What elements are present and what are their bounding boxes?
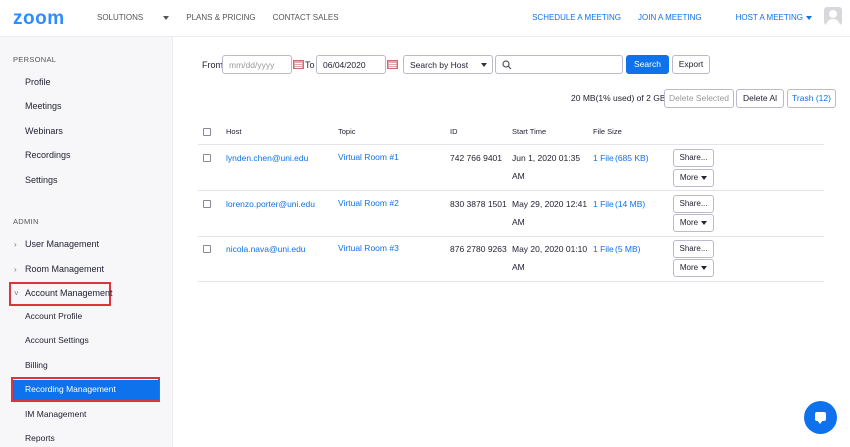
nav-host-meeting[interactable]: HOST A MEETING bbox=[719, 13, 812, 22]
chat-bubble-icon[interactable] bbox=[804, 401, 837, 434]
column-header-id: ID bbox=[450, 127, 458, 136]
chevron-down-icon bbox=[481, 63, 487, 67]
divider bbox=[198, 236, 824, 237]
sidebar-item-account-settings[interactable]: Account Settings bbox=[25, 335, 89, 345]
row-topic[interactable]: Virtual Room #3 bbox=[338, 243, 399, 253]
to-date-input[interactable]: 06/04/2020 bbox=[316, 55, 386, 74]
calendar-icon[interactable] bbox=[387, 60, 398, 69]
sidebar: PERSONAL Profile Meetings Webinars Recor… bbox=[0, 37, 173, 447]
column-header-file-size: File Size bbox=[593, 127, 622, 136]
calendar-icon[interactable] bbox=[293, 60, 304, 69]
nav-solutions[interactable]: SOLUTIONS bbox=[97, 13, 170, 22]
row-id: 876 2780 9263 bbox=[450, 244, 507, 254]
storage-usage: 20 MB(1% used) of 2 GB bbox=[571, 93, 666, 103]
sidebar-item-recordings[interactable]: Recordings bbox=[25, 150, 71, 160]
row-file-count[interactable]: 1 File bbox=[593, 153, 614, 163]
sidebar-item-settings[interactable]: Settings bbox=[25, 175, 58, 185]
row-file-size: (685 KB) bbox=[615, 153, 649, 163]
row-checkbox[interactable] bbox=[203, 245, 211, 253]
chevron-down-icon: ˅ bbox=[14, 289, 19, 298]
row-checkbox[interactable] bbox=[203, 200, 211, 208]
nav-join-meeting[interactable]: JOIN A MEETING bbox=[638, 13, 702, 22]
row-file-count[interactable]: 1 File bbox=[593, 244, 614, 254]
avatar[interactable] bbox=[824, 7, 842, 25]
chevron-down-icon bbox=[701, 265, 708, 270]
row-topic[interactable]: Virtual Room #1 bbox=[338, 152, 399, 162]
chevron-right-icon: › bbox=[14, 265, 17, 274]
chevron-down-icon bbox=[701, 175, 708, 180]
chevron-down-icon bbox=[806, 15, 812, 20]
row-host[interactable]: lorenzo.porter@uni.edu bbox=[226, 199, 315, 209]
divider bbox=[198, 144, 824, 145]
top-header: zoom SOLUTIONS PLANS & PRICING CONTACT S… bbox=[0, 0, 850, 37]
chevron-down-icon bbox=[701, 220, 708, 225]
from-label: From bbox=[202, 60, 223, 70]
sidebar-section-admin: ADMIN bbox=[13, 217, 39, 226]
more-button[interactable]: More bbox=[673, 259, 714, 277]
export-button[interactable]: Export bbox=[672, 55, 710, 74]
main-content: From mm/dd/yyyy To 06/04/2020 Search by … bbox=[174, 37, 850, 447]
chevron-down-icon bbox=[163, 15, 170, 20]
sidebar-item-account-management[interactable]: ˅ Account Management bbox=[14, 288, 113, 298]
search-button[interactable]: Search bbox=[626, 55, 669, 74]
zoom-logo[interactable]: zoom bbox=[13, 8, 65, 30]
row-host[interactable]: nicola.nava@uni.edu bbox=[226, 244, 306, 254]
divider bbox=[198, 190, 824, 191]
divider bbox=[198, 281, 824, 282]
sidebar-item-reports[interactable]: Reports bbox=[25, 433, 55, 443]
sidebar-item-im-management[interactable]: IM Management bbox=[25, 409, 86, 419]
to-label: To bbox=[305, 60, 315, 70]
search-icon bbox=[502, 60, 512, 70]
row-file-count[interactable]: 1 File bbox=[593, 199, 614, 209]
nav-right: SCHEDULE A MEETING JOIN A MEETING HOST A… bbox=[515, 13, 812, 22]
row-file-size: (5 MB) bbox=[615, 244, 641, 254]
row-start-time: May 29, 2020 12:41 AM bbox=[512, 199, 588, 227]
row-file-size: (14 MB) bbox=[615, 199, 646, 209]
chevron-right-icon: › bbox=[14, 240, 17, 249]
from-date-input[interactable]: mm/dd/yyyy bbox=[222, 55, 292, 74]
more-button[interactable]: More bbox=[673, 169, 714, 187]
sidebar-item-recording-management[interactable]: Recording Management bbox=[25, 384, 116, 394]
sidebar-item-user-management[interactable]: › User Management bbox=[14, 239, 99, 249]
nav-schedule-meeting[interactable]: SCHEDULE A MEETING bbox=[532, 13, 621, 22]
row-id: 742 766 9401 bbox=[450, 153, 502, 163]
delete-all-button[interactable]: Delete Al bbox=[736, 89, 784, 108]
nav-contact-sales[interactable]: CONTACT SALES bbox=[273, 13, 339, 22]
row-start-time: Jun 1, 2020 01:35 AM bbox=[512, 153, 581, 181]
delete-selected-button[interactable]: Delete Selected bbox=[664, 89, 734, 108]
trash-button[interactable]: Trash (12) bbox=[787, 89, 836, 108]
more-button[interactable]: More bbox=[673, 214, 714, 232]
sidebar-item-meetings[interactable]: Meetings bbox=[25, 101, 62, 111]
row-checkbox[interactable] bbox=[203, 154, 211, 162]
sidebar-item-room-management[interactable]: › Room Management bbox=[14, 264, 104, 274]
sidebar-item-webinars[interactable]: Webinars bbox=[25, 126, 63, 136]
column-header-start-time: Start Time bbox=[512, 127, 547, 136]
column-header-host: Host bbox=[226, 127, 242, 136]
share-button[interactable]: Share... bbox=[673, 240, 714, 258]
sidebar-section-personal: PERSONAL bbox=[13, 55, 57, 64]
nav-left: SOLUTIONS PLANS & PRICING CONTACT SALES bbox=[97, 13, 356, 22]
sidebar-item-account-profile[interactable]: Account Profile bbox=[25, 311, 82, 321]
sidebar-item-billing[interactable]: Billing bbox=[25, 360, 48, 370]
select-all-checkbox[interactable] bbox=[203, 128, 211, 136]
row-start-time: May 20, 2020 01:10 AM bbox=[512, 244, 588, 272]
search-by-select[interactable]: Search by Host bbox=[403, 55, 493, 74]
row-id: 830 3878 1501 bbox=[450, 199, 507, 209]
row-topic[interactable]: Virtual Room #2 bbox=[338, 198, 399, 208]
share-button[interactable]: Share... bbox=[673, 195, 714, 213]
nav-plans-pricing[interactable]: PLANS & PRICING bbox=[186, 13, 255, 22]
search-input[interactable] bbox=[495, 55, 623, 74]
share-button[interactable]: Share... bbox=[673, 149, 714, 167]
row-host[interactable]: lynden.chen@uni.edu bbox=[226, 153, 308, 163]
sidebar-item-profile[interactable]: Profile bbox=[25, 77, 51, 87]
column-header-topic: Topic bbox=[338, 127, 356, 136]
